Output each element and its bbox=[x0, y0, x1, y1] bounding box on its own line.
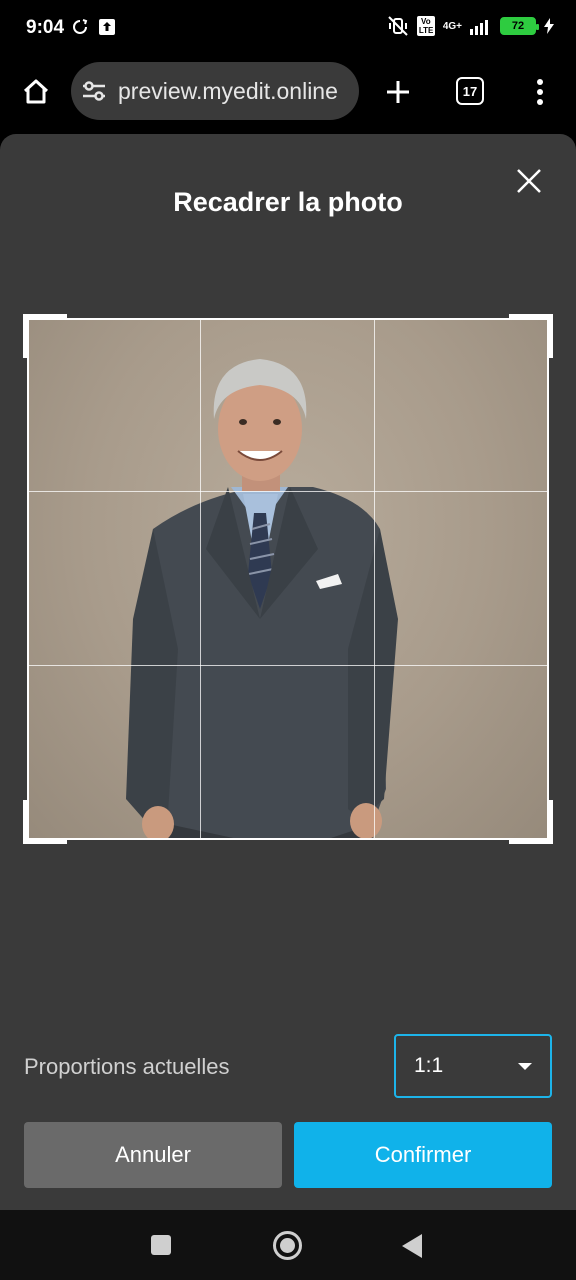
charging-icon bbox=[544, 18, 554, 34]
more-vert-icon bbox=[537, 79, 543, 105]
aspect-ratio-value: 1:1 bbox=[414, 1054, 444, 1077]
plus-icon bbox=[387, 81, 409, 103]
new-tab-button[interactable] bbox=[378, 72, 418, 112]
home-nav-button[interactable] bbox=[273, 1231, 302, 1260]
crop-dialog: Recadrer la photo Proportions actuelles … bbox=[0, 134, 576, 1210]
sync-icon bbox=[73, 19, 88, 34]
status-right-icons: Vo LTE 4G+ 72 bbox=[387, 16, 554, 36]
browser-toolbar: preview.myedit.online 17 bbox=[0, 58, 576, 126]
aspect-ratio-label: Proportions actuelles bbox=[24, 1054, 230, 1079]
more-menu-button[interactable] bbox=[525, 72, 555, 112]
crop-handle-bottom-left[interactable] bbox=[23, 800, 67, 844]
caret-down-icon bbox=[518, 1062, 532, 1070]
status-left-icons bbox=[72, 18, 116, 36]
upload-icon bbox=[99, 19, 115, 35]
crop-handle-bottom-right[interactable] bbox=[509, 800, 553, 844]
man-in-suit-image bbox=[126, 359, 398, 839]
system-nav-bar bbox=[0, 1210, 576, 1280]
cancel-button[interactable]: Annuler bbox=[24, 1122, 282, 1188]
dialog-title: Recadrer la photo bbox=[173, 187, 403, 217]
url-text[interactable]: preview.myedit.online bbox=[118, 78, 338, 105]
status-time: 9:04 bbox=[26, 17, 65, 38]
volte-icon: Vo LTE bbox=[416, 16, 435, 36]
back-button[interactable] bbox=[402, 1234, 422, 1258]
confirm-button[interactable]: Confirmer bbox=[294, 1122, 552, 1188]
grid-line-h2 bbox=[28, 665, 548, 666]
close-button[interactable] bbox=[512, 164, 546, 198]
battery-level: 72 bbox=[511, 20, 525, 32]
home-icon bbox=[23, 79, 49, 104]
aspect-ratio-select[interactable]: 1:1 bbox=[394, 1034, 552, 1098]
tune-icon[interactable] bbox=[81, 79, 107, 103]
photo-preview[interactable] bbox=[28, 319, 548, 839]
grid-line-h1 bbox=[28, 491, 548, 492]
network-type-label: 4G+ bbox=[442, 20, 462, 32]
close-icon bbox=[517, 169, 541, 193]
vibrate-off-icon bbox=[388, 16, 408, 36]
tab-switcher-button[interactable]: 17 bbox=[456, 77, 484, 105]
address-bar[interactable]: preview.myedit.online bbox=[71, 62, 359, 120]
grid-line-v1 bbox=[200, 319, 201, 839]
crop-handle-top-left[interactable] bbox=[23, 314, 67, 358]
tab-count: 17 bbox=[462, 83, 478, 99]
signal-icon bbox=[470, 20, 488, 35]
home-circle-icon bbox=[280, 1238, 295, 1253]
battery-icon: 72 bbox=[500, 17, 539, 35]
grid-line-v2 bbox=[374, 319, 375, 839]
home-button[interactable] bbox=[16, 72, 56, 112]
recents-button[interactable] bbox=[151, 1235, 171, 1255]
status-bar: 9:04 Vo LTE 4G+ 72 bbox=[0, 0, 576, 58]
crop-handle-top-right[interactable] bbox=[509, 314, 553, 358]
